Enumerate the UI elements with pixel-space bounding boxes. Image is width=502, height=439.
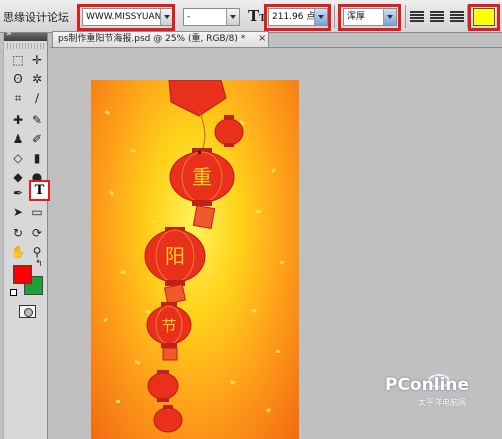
pconline-subtitle: 太平洋电脑网 [418,398,466,407]
eraser-icon[interactable]: ◇ [9,149,27,167]
lantern-1: 重 [169,148,235,229]
crop-tool-icon[interactable]: ⌗ [9,89,27,107]
tools-panel: ⬚ ✛ ʘ ✲ ⌗ ∕ ✚ ✎ ♟ ✐ ◇ ▮ ◆ ● ✒ T ➤ ▭ ↻ ⟳ … [3,29,50,439]
tools-panel-header[interactable] [4,29,47,41]
separator [334,5,335,28]
brush-tool-icon[interactable]: ✎ [28,111,46,129]
photoshop-window: 思缘设计论坛 WWW.MISSYUAN.COM - TT 211.96 点 浑厚 [0,0,502,439]
lantern-4 [147,370,179,402]
default-colors-icon[interactable] [10,289,17,296]
separator [405,5,406,28]
align-center-icon[interactable] [430,11,444,23]
marquee-tool-icon[interactable]: ⬚ [9,51,27,69]
foreground-color-swatch[interactable] [13,265,32,284]
close-icon[interactable]: × [258,33,266,44]
text-anchor-marker [198,151,201,154]
3d-rotate-icon[interactable]: ↻ [9,224,27,242]
antialias-highlight [338,4,401,31]
align-left-icon[interactable] [410,11,424,23]
text-color-highlight [468,4,500,31]
hand-tool-icon[interactable]: ✋ [9,243,27,261]
move-tool-icon[interactable]: ✛ [28,51,46,69]
options-bar: 思缘设计论坛 WWW.MISSYUAN.COM - TT 211.96 点 浑厚 [0,0,502,33]
pen-tool-icon[interactable]: ✒ [9,184,27,202]
font-family-highlight [77,4,175,31]
history-brush-icon[interactable]: ✐ [28,130,46,148]
forum-watermark-text: 思缘设计论坛 [3,11,69,24]
align-right-icon[interactable] [450,11,464,23]
eyedropper-icon[interactable]: ∕ [28,89,46,107]
type-tool-icon[interactable]: T [29,180,50,201]
tools-panel-grip[interactable] [7,43,44,49]
quick-mask-icon[interactable] [19,305,36,318]
lantern-char-3: 节 [161,317,176,335]
document-title: ps制作重阳节海报.psd @ 25% (重, RGB/8) * [58,34,246,44]
pconline-watermark: PConline [385,375,470,395]
poster-canvas[interactable]: 重 阳 节 [91,80,299,439]
red-banner-shape [168,80,227,117]
gradient-tool-icon[interactable]: ▮ [28,149,46,167]
clone-stamp-icon[interactable]: ♟ [9,130,27,148]
font-style-value: - [187,12,191,22]
lantern-char-1: 重 [192,165,212,189]
chevron-down-icon[interactable] [226,9,239,25]
lantern-3: 节 [146,302,192,361]
font-style-select[interactable]: - [183,8,240,26]
font-size-highlight [264,4,331,31]
magic-wand-icon[interactable]: ✲ [28,70,46,88]
lantern-5 [153,405,183,433]
rectangle-tool-icon[interactable]: ▭ [28,203,46,221]
document-tab[interactable]: ps制作重阳节海报.psd @ 25% (重, RGB/8) * [52,31,269,47]
poster-artwork: 重 阳 节 [102,80,285,433]
lantern-char-2: 阳 [165,244,185,268]
path-selection-icon[interactable]: ➤ [9,203,27,221]
swap-colors-icon[interactable]: ↰ [35,259,43,269]
lasso-tool-icon[interactable]: ʘ [9,70,27,88]
lantern-2: 阳 [144,227,206,305]
3d-orbit-icon[interactable]: ⟳ [28,224,46,242]
healing-brush-icon[interactable]: ✚ [9,111,27,129]
lantern-small-top [214,115,244,147]
